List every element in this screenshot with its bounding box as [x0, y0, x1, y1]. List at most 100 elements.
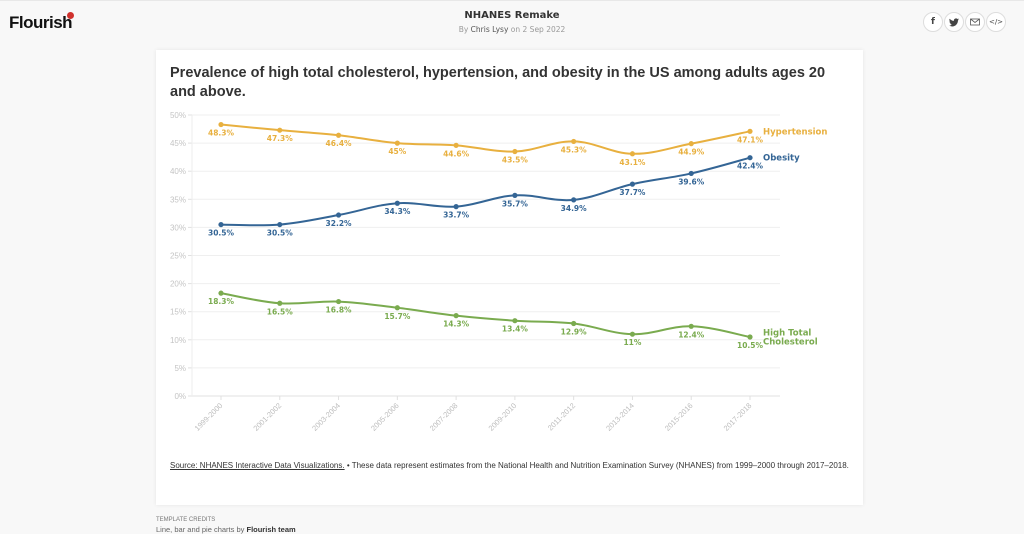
x-tick-label: 2003-2004: [310, 401, 342, 433]
series-label: Obesity: [763, 154, 800, 164]
data-point: [218, 221, 224, 228]
twitter-icon: [949, 17, 959, 26]
data-label: 16.5%: [267, 307, 294, 316]
byline: By Chris Lysy on 2 Sep 2022: [0, 25, 1024, 34]
data-point: [453, 313, 459, 319]
data-label: 12.9%: [561, 328, 588, 337]
x-tick-label: 2011-2012: [546, 401, 577, 432]
chart-card: Prevalence of high total cholesterol, hy…: [156, 50, 863, 505]
data-point: [571, 138, 577, 145]
line-chart: 0% 5% 10% 15% 20% 25% 30% 35% 40% 45% 50% 1999-2000…: [170, 111, 827, 433]
data-label: 37.7%: [619, 188, 646, 197]
y-tick-label: 5%: [174, 364, 186, 373]
data-label: 33.7%: [443, 211, 470, 220]
credits-prefix: Line, bar and pie charts by: [156, 525, 247, 534]
email-share-button[interactable]: [965, 12, 985, 32]
data-label: 44.6%: [443, 149, 470, 158]
data-label: 43.5%: [502, 156, 529, 165]
data-point: [688, 323, 694, 329]
byline-date: on 2 Sep 2022: [510, 25, 566, 34]
series-label: Cholesterol: [763, 337, 818, 347]
data-label: 16.8%: [326, 306, 353, 315]
data-label: 45.3%: [561, 145, 588, 154]
footer-note-text: These data represent estimates from the …: [351, 461, 849, 470]
facebook-share-button[interactable]: f: [923, 12, 943, 32]
template-credits: Line, bar and pie charts by Flourish tea…: [156, 525, 296, 534]
x-tick-label: 2001-2002: [251, 401, 283, 433]
data-point: [747, 155, 753, 161]
y-tick-label: 0%: [174, 392, 186, 401]
x-tick-label: 1999-2000: [193, 401, 225, 433]
source-link[interactable]: Source: NHANES Interactive Data Visualiz…: [170, 461, 345, 470]
data-label: 34.9%: [561, 204, 588, 213]
y-tick-label: 50%: [170, 111, 186, 120]
data-point: [629, 151, 636, 157]
data-label: 48.3%: [208, 129, 235, 138]
data-label: 46.4%: [326, 139, 353, 148]
data-point: [453, 142, 459, 148]
data-label: 30.5%: [208, 229, 235, 238]
data-point: [747, 334, 753, 340]
data-label: 12.4%: [678, 330, 705, 339]
credits-team-link[interactable]: Flourish team: [246, 525, 295, 534]
data-label: 13.4%: [502, 325, 529, 334]
series-line-high-total-cholesterol: [220, 292, 751, 338]
data-point: [335, 298, 342, 305]
y-tick-label: 45%: [170, 139, 186, 148]
y-tick-label: 30%: [170, 223, 186, 232]
data-label: 39.6%: [678, 177, 705, 186]
data-label: 30.5%: [267, 229, 294, 238]
data-label: 32.2%: [326, 219, 353, 228]
y-tick-label: 15%: [170, 308, 186, 317]
byline-prefix: By: [458, 25, 469, 34]
y-tick-label: 25%: [170, 252, 186, 261]
data-label: 43.1%: [619, 158, 646, 167]
email-icon: [970, 18, 980, 26]
y-tick-label: 20%: [170, 280, 186, 289]
data-point: [747, 128, 753, 134]
data-point: [512, 148, 518, 155]
top-border: [0, 0, 1024, 1]
data-label: 11%: [623, 338, 641, 347]
data-label: 15.7%: [384, 312, 411, 321]
data-label: 18.3%: [208, 297, 235, 306]
y-tick-label: 35%: [170, 195, 186, 204]
embed-icon: </>: [988, 18, 1004, 26]
page-title: NHANES Remake: [464, 10, 560, 21]
data-point: [277, 221, 283, 228]
series-label: Hypertension: [763, 127, 827, 137]
data-point: [218, 290, 224, 296]
data-point: [335, 212, 342, 218]
data-point: [512, 318, 518, 324]
x-tick-label: 2009-2010: [487, 401, 519, 433]
data-point: [218, 121, 224, 128]
data-label: 44.9%: [678, 148, 705, 157]
data-point: [629, 331, 636, 337]
share-buttons: f </>: [923, 12, 1006, 32]
series-line-hypertension: [220, 123, 751, 155]
author-link[interactable]: Chris Lysy: [471, 25, 509, 34]
data-label: 35.7%: [502, 199, 529, 208]
data-label: 10.5%: [737, 341, 764, 350]
data-point: [277, 127, 283, 133]
data-label: 47.1%: [737, 135, 764, 144]
series-line-obesity: [220, 156, 751, 227]
data-point: [394, 305, 400, 311]
data-point: [453, 204, 459, 210]
data-point: [512, 192, 518, 198]
footer-bullet: •: [344, 461, 352, 470]
x-tick-label: 2007-2008: [428, 401, 460, 433]
data-point: [394, 140, 400, 146]
x-tick-label: 2015-2016: [663, 401, 695, 433]
data-point: [629, 181, 636, 187]
embed-share-button[interactable]: </>: [986, 12, 1006, 32]
chart-footer: Source: NHANES Interactive Data Visualiz…: [170, 460, 850, 472]
data-label: 47.3%: [267, 134, 294, 143]
facebook-icon: f: [931, 17, 935, 27]
data-point: [571, 320, 577, 327]
data-label: 14.3%: [443, 320, 470, 329]
x-tick-label: 2017-2018: [722, 401, 754, 433]
data-label: 45%: [388, 147, 406, 156]
data-point: [688, 170, 694, 177]
twitter-share-button[interactable]: [944, 12, 964, 32]
